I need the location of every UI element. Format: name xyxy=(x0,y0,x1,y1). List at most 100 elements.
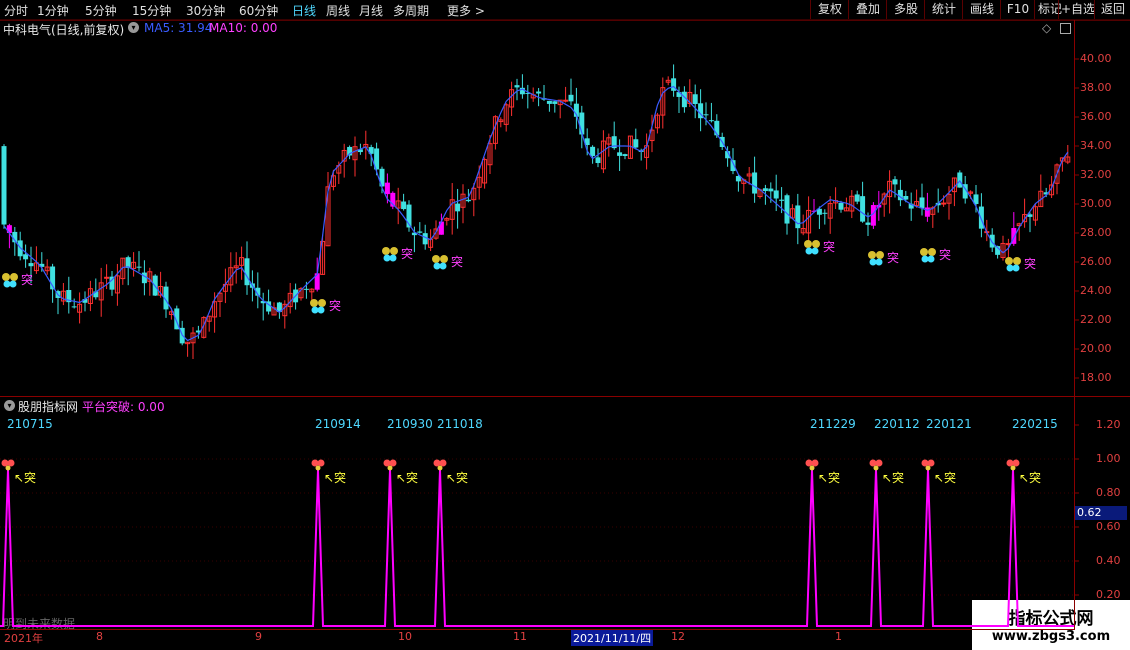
candle-body xyxy=(71,306,77,308)
butterfly-icon-wing xyxy=(928,248,936,256)
candle-body xyxy=(136,266,142,268)
signal-marker-icon xyxy=(1006,459,1014,467)
candle-body xyxy=(401,201,407,210)
butterfly-icon-wing xyxy=(310,299,318,307)
candle-body xyxy=(752,172,758,194)
signal-marker-icon xyxy=(439,459,447,467)
signal-marker-icon xyxy=(875,459,883,467)
breakout-signal-label: 突 xyxy=(21,272,33,287)
candle-body xyxy=(795,205,801,229)
kline-chart[interactable]: 突突突突突突 突突↖突 ↖突 ↖突 ↖突 ↖突 ↖突 ↖突 ↖突 xyxy=(0,0,1130,650)
candle-body xyxy=(303,288,309,290)
sub-signal-label: ↖突 xyxy=(396,470,418,485)
candle-body xyxy=(865,222,871,225)
candle-body xyxy=(860,196,866,222)
signal-marker-icon xyxy=(811,459,819,467)
signal-marker-icon xyxy=(925,465,931,471)
butterfly-icon-wing xyxy=(804,240,812,248)
signal-marker-icon xyxy=(383,459,391,467)
signal-marker-icon xyxy=(5,465,11,471)
candle-body xyxy=(633,139,639,148)
signal-marker-icon xyxy=(921,459,929,467)
butterfly-icon-wing xyxy=(432,255,440,263)
breakout-signal-label: 突 xyxy=(939,247,951,262)
candle-body xyxy=(590,146,596,156)
candle-body xyxy=(422,233,428,245)
sub-signal-label: ↖突 xyxy=(882,470,904,485)
breakout-signal-label: 突 xyxy=(329,298,341,313)
butterfly-icon-wing xyxy=(1006,264,1014,272)
signal-marker-icon xyxy=(1010,465,1016,471)
candle-body xyxy=(957,172,963,188)
butterfly-icon-wing xyxy=(9,280,17,288)
candle-body xyxy=(692,94,698,105)
breakout-signal-label: 突 xyxy=(451,254,463,269)
butterfly-icon-wing xyxy=(805,247,813,255)
candle-body xyxy=(768,188,774,192)
butterfly-icon-wing xyxy=(812,240,820,248)
candle-body xyxy=(465,199,471,202)
signal-marker-icon xyxy=(387,465,393,471)
candle-body xyxy=(784,195,790,224)
candle-body xyxy=(919,197,925,209)
candle-body xyxy=(773,190,779,199)
butterfly-icon-wing xyxy=(1012,264,1020,272)
candle-body xyxy=(622,154,628,156)
candle-body xyxy=(941,202,947,205)
candle-body xyxy=(924,207,930,217)
candle-body xyxy=(563,99,569,102)
candle-body xyxy=(703,114,709,116)
candle-body xyxy=(892,179,898,185)
butterfly-icon-wing xyxy=(920,248,928,256)
sub-signal-label: ↖突 xyxy=(1019,470,1041,485)
butterfly-icon-wing xyxy=(440,255,448,263)
signal-marker-icon xyxy=(869,459,877,467)
candle-body xyxy=(536,91,542,94)
candle-body xyxy=(708,120,714,122)
butterfly-icon-wing xyxy=(390,247,398,255)
candle-body xyxy=(552,101,558,104)
butterfly-icon-wing xyxy=(382,247,390,255)
candle-body xyxy=(104,276,110,279)
butterfly-icon-wing xyxy=(439,262,447,270)
signal-marker-icon xyxy=(1012,459,1020,467)
candle-body xyxy=(822,212,828,214)
butterfly-icon-wing xyxy=(875,258,883,266)
candle-body xyxy=(23,254,29,260)
candle-body xyxy=(779,199,785,201)
candle-body xyxy=(854,194,860,202)
candle-body xyxy=(6,225,12,233)
signal-marker-icon xyxy=(927,459,935,467)
signal-marker-icon xyxy=(389,459,397,467)
butterfly-icon-wing xyxy=(317,306,325,314)
sub-signal-label: ↖突 xyxy=(14,470,36,485)
candle-body xyxy=(455,203,461,212)
butterfly-icon-wing xyxy=(433,262,441,270)
butterfly-icon-wing xyxy=(1013,257,1021,265)
butterfly-icon-wing xyxy=(927,255,935,263)
sub-signal-label: ↖突 xyxy=(934,470,956,485)
breakout-signal-label: 突 xyxy=(887,250,899,265)
signal-marker-icon xyxy=(433,459,441,467)
candle-body xyxy=(384,182,390,195)
candle-body xyxy=(568,94,574,102)
signal-marker-icon xyxy=(317,459,325,467)
signal-marker-icon xyxy=(809,465,815,471)
butterfly-icon-wing xyxy=(3,280,11,288)
candle-body xyxy=(838,202,844,210)
breakout-signal-label: 突 xyxy=(1024,256,1036,271)
butterfly-icon-wing xyxy=(318,299,326,307)
candle-body xyxy=(978,206,984,229)
signal-marker-icon xyxy=(7,459,15,467)
candle-body xyxy=(28,263,34,267)
sub-signal-label: ↖突 xyxy=(324,470,346,485)
butterfly-icon-wing xyxy=(383,254,391,262)
candle-body xyxy=(1,146,7,225)
signal-marker-icon xyxy=(1,459,9,467)
candle-body xyxy=(595,157,601,164)
breakout-signal-label: 突 xyxy=(401,246,413,261)
signal-marker-icon xyxy=(805,459,813,467)
butterfly-icon-wing xyxy=(1005,257,1013,265)
signal-marker-icon xyxy=(311,459,319,467)
candle-body xyxy=(417,231,423,233)
